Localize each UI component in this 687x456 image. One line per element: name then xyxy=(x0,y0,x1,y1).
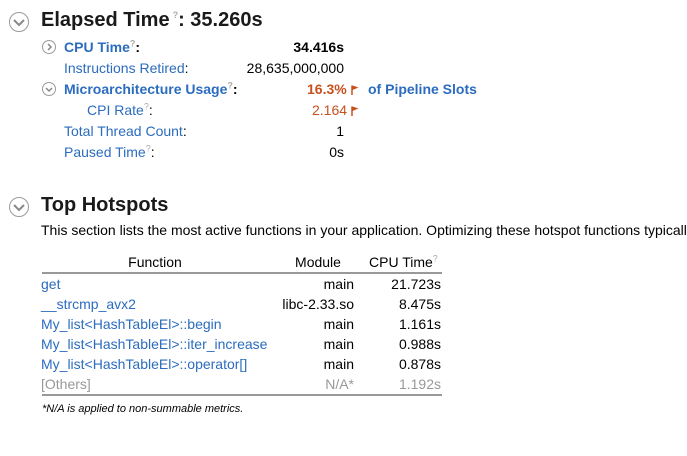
elapsed-time-label: Elapsed Time xyxy=(41,9,170,31)
module-cell: libc-2.33.so xyxy=(282,296,354,312)
cpu-time-cell: 8.475s xyxy=(398,296,441,312)
function-link[interactable]: My_list<HashTableEl>::iter_increase xyxy=(41,336,267,352)
paused-time-value: 0s xyxy=(329,144,344,160)
cpi-rate-value: 2.164 xyxy=(312,102,359,118)
chevron-down-icon xyxy=(13,204,25,212)
function-link[interactable]: My_list<HashTableEl>::operator[] xyxy=(41,356,247,372)
collapse-elapsed-toggle[interactable] xyxy=(9,12,29,32)
function-link[interactable]: get xyxy=(41,276,60,292)
help-icon[interactable]: ? xyxy=(433,253,438,263)
cpu-time-cell: 0.878s xyxy=(398,356,441,372)
cpu-time-cell: 0.988s xyxy=(398,336,441,352)
instructions-retired-value: 28,635,000,000 xyxy=(246,60,344,76)
cpu-time-label[interactable]: CPU Time?: xyxy=(64,39,140,55)
top-hotspots-heading: Top Hotspots xyxy=(41,194,169,216)
module-cell: main xyxy=(323,356,354,372)
hotspots-description: This section lists the most active funct… xyxy=(41,222,687,238)
others-row-label: [Others] xyxy=(41,376,91,392)
cpu-time-cell: 1.161s xyxy=(398,316,441,332)
module-cell: main xyxy=(323,336,354,352)
table-footnote: *N/A is applied to non-summable metrics. xyxy=(42,403,244,415)
elapsed-time-sep: : xyxy=(178,9,191,31)
collapse-hotspots-toggle[interactable] xyxy=(9,197,29,217)
cpu-time-cell: 21.723s xyxy=(391,276,441,292)
column-header-cpu-time[interactable]: CPU Time? xyxy=(369,254,438,270)
column-header-module[interactable]: Module xyxy=(270,254,366,270)
microarch-usage-suffix: of Pipeline Slots xyxy=(368,81,477,97)
total-thread-count-label[interactable]: Total Thread Count: xyxy=(64,123,187,139)
collapse-microarch-toggle[interactable] xyxy=(42,82,56,96)
elapsed-time-heading: Elapsed Time?: 35.260s xyxy=(41,9,263,32)
module-cell: N/A* xyxy=(325,376,354,392)
microarch-usage-label[interactable]: Microarchitecture Usage?: xyxy=(64,81,238,97)
cpu-time-value: 34.416s xyxy=(293,39,344,55)
chevron-down-icon xyxy=(13,19,25,27)
column-header-function[interactable]: Function xyxy=(42,254,268,270)
function-link[interactable]: __strcmp_avx2 xyxy=(41,296,136,312)
chevron-down-icon xyxy=(45,87,53,93)
microarch-usage-value: 16.3% xyxy=(307,81,359,97)
flag-icon xyxy=(351,106,359,116)
function-link[interactable]: My_list<HashTableEl>::begin xyxy=(41,316,222,332)
cpu-time-cell: 1.192s xyxy=(398,376,441,392)
instructions-retired-label[interactable]: Instructions Retired: xyxy=(64,60,189,76)
cpi-rate-label[interactable]: CPI Rate?: xyxy=(87,102,153,118)
elapsed-time-value: 35.260s xyxy=(190,9,263,31)
table-header-rule xyxy=(42,272,442,274)
table-footer-rule xyxy=(42,394,442,396)
expand-cpu-time-toggle[interactable] xyxy=(42,40,56,54)
module-cell: main xyxy=(323,276,354,292)
chevron-right-icon xyxy=(47,43,53,51)
total-thread-count-value: 1 xyxy=(336,123,344,139)
paused-time-label[interactable]: Paused Time?: xyxy=(64,144,155,160)
module-cell: main xyxy=(323,316,354,332)
flag-icon xyxy=(350,85,359,95)
